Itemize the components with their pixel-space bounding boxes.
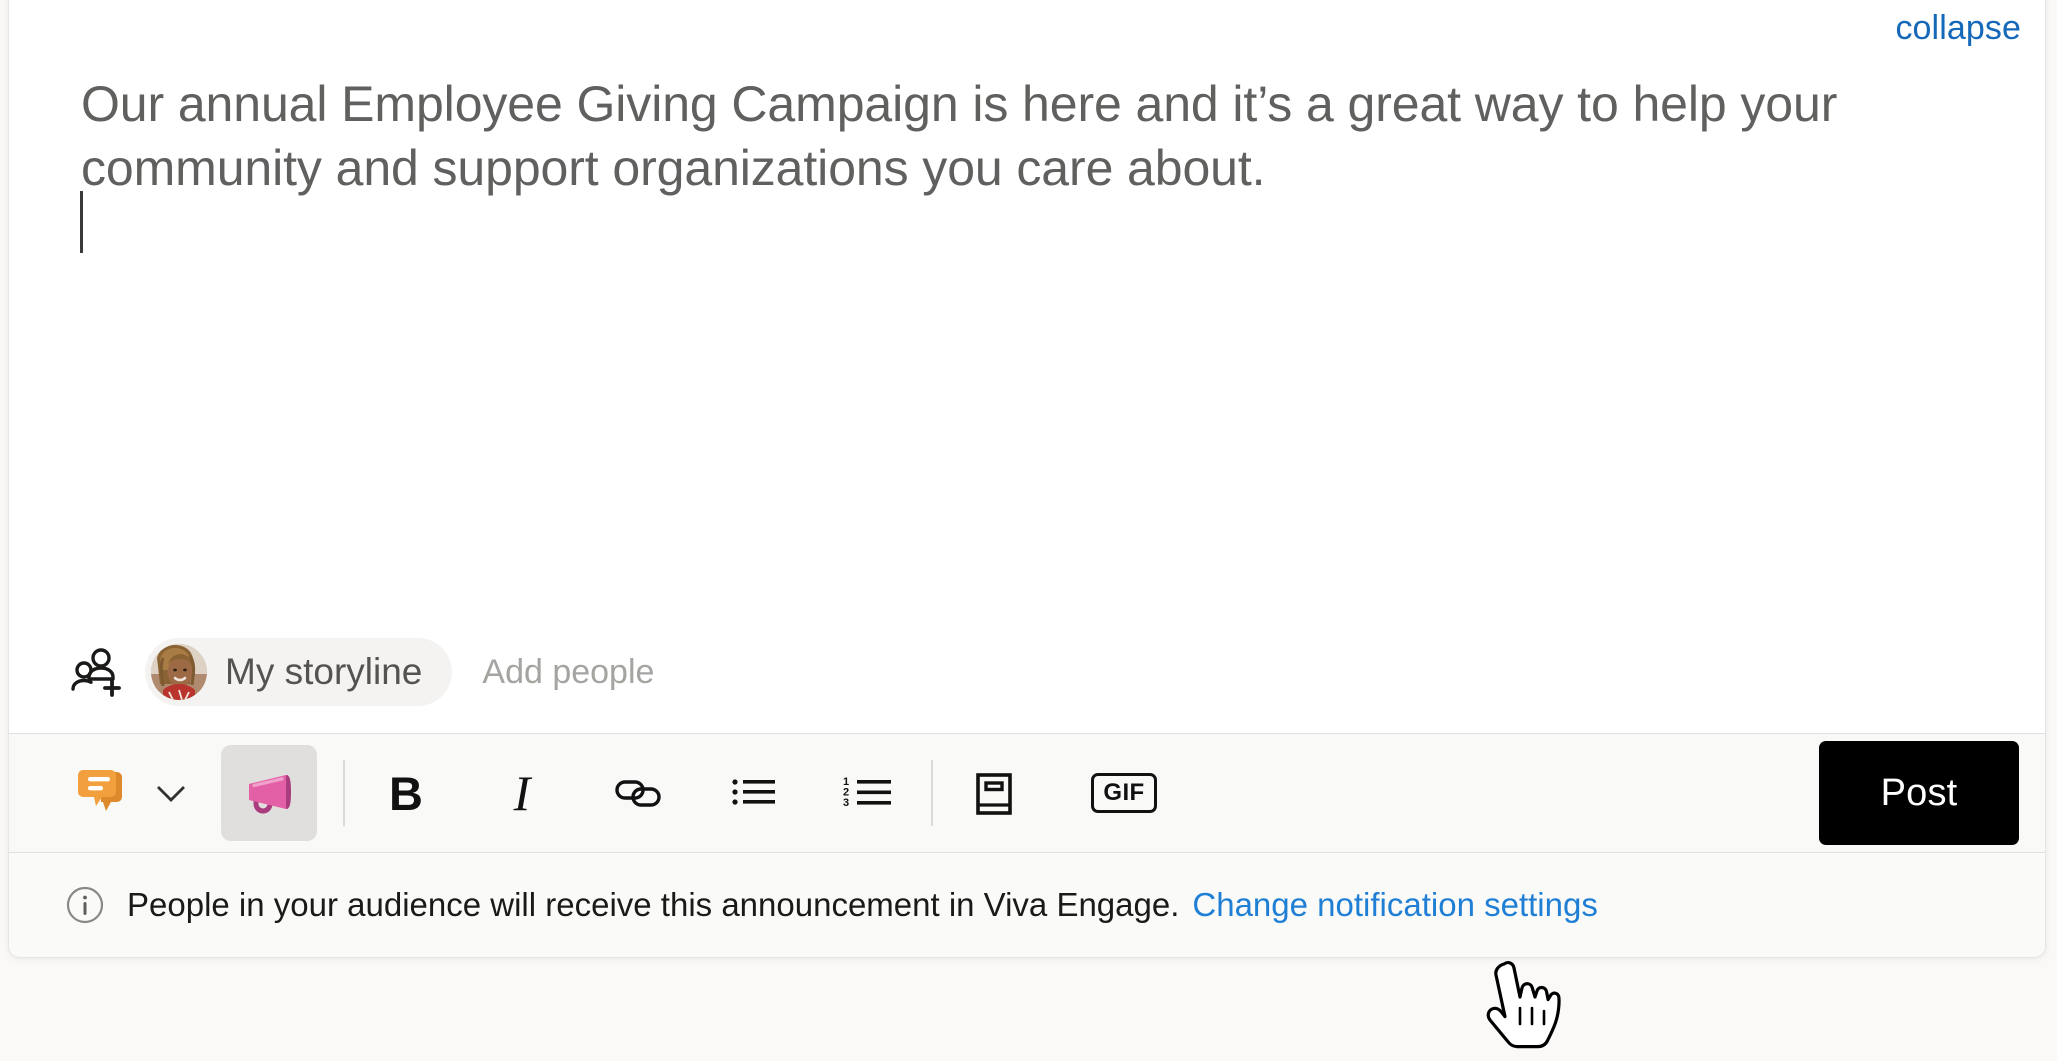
praise-button[interactable] (959, 758, 1029, 828)
post-type-announcement[interactable] (221, 745, 317, 841)
message-editor-text[interactable]: Our annual Employee Giving Campaign is h… (81, 73, 1961, 200)
message-editor-area[interactable]: Our annual Employee Giving Campaign is h… (9, 73, 2045, 637)
bold-icon: B (389, 766, 423, 820)
composer-header: collapse (9, 0, 2045, 73)
toolbar-divider (931, 760, 933, 826)
post-button[interactable]: Post (1819, 741, 2019, 845)
link-button[interactable] (603, 758, 673, 828)
composer-card: collapse Our annual Employee Giving Camp… (8, 0, 2046, 958)
gif-icon: GIF (1091, 772, 1157, 814)
info-circle-icon (65, 885, 105, 925)
avatar (151, 644, 207, 700)
bulleted-list-icon (732, 779, 775, 805)
book-icon (976, 773, 1012, 815)
collapse-link[interactable]: collapse (1895, 9, 2021, 48)
post-type-discussion-icon[interactable] (69, 758, 139, 828)
audience-selector-row: My storyline Add people (9, 637, 2045, 733)
italic-button[interactable]: I (487, 758, 557, 828)
screen-root: collapse Our annual Employee Giving Camp… (0, 0, 2057, 1061)
notification-bar: People in your audience will receive thi… (9, 853, 2045, 957)
svg-text:3: 3 (843, 797, 849, 809)
pointing-hand-cursor (1480, 958, 1572, 1061)
bold-button[interactable]: B (371, 758, 441, 828)
audience-pill-my-storyline[interactable]: My storyline (145, 638, 453, 706)
gif-button[interactable]: GIF (1089, 758, 1159, 828)
add-people-icon[interactable] (71, 646, 123, 698)
numbered-list-button[interactable]: 1 2 3 (835, 758, 905, 828)
notification-message: People in your audience will receive thi… (127, 886, 1180, 923)
bulleted-list-button[interactable] (719, 758, 789, 828)
change-notification-settings-link[interactable]: Change notification settings (1192, 886, 1597, 924)
text-caret (80, 191, 83, 253)
link-chain-icon (615, 780, 661, 807)
chevron-down-icon[interactable] (143, 765, 199, 821)
add-people-input[interactable]: Add people (482, 653, 654, 692)
italic-icon: I (513, 765, 531, 821)
numbered-list-icon: 1 2 3 (843, 776, 891, 809)
audience-name: My storyline (225, 651, 423, 692)
toolbar-divider (343, 760, 345, 826)
composer-toolbar: B I 1 2 3 GIF Post (9, 733, 2045, 853)
